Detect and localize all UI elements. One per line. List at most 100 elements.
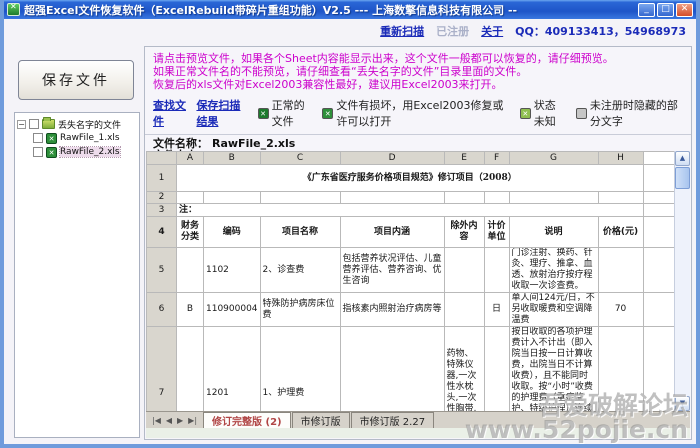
grid-cell: E bbox=[444, 152, 484, 165]
tree-file-item[interactable]: ✕RawFile_2.xls bbox=[17, 145, 137, 159]
tree-collapse-icon[interactable]: − bbox=[17, 120, 26, 129]
file-checkbox[interactable] bbox=[33, 133, 43, 143]
row-number: 2 bbox=[147, 192, 177, 204]
sheet-nav-icon[interactable]: |◀ bbox=[150, 416, 163, 425]
row-number: 6 bbox=[147, 293, 177, 327]
left-column: 保存文件 − 丢失名字的文件 ✕RawFile_1.xls✕RawFile_2.… bbox=[10, 46, 142, 440]
grid-cell: 70 bbox=[598, 293, 643, 327]
maximize-button[interactable]: □ bbox=[657, 3, 674, 17]
row-number: 4 bbox=[147, 217, 177, 248]
file-tree-panel[interactable]: − 丢失名字的文件 ✕RawFile_1.xls✕RawFile_2.xls bbox=[14, 112, 140, 438]
grid-cell bbox=[643, 152, 674, 165]
grid-cell bbox=[444, 293, 484, 327]
grid-cell bbox=[643, 327, 674, 412]
grid-cell bbox=[598, 192, 643, 204]
find-file-link[interactable]: 查找文件 bbox=[153, 97, 188, 129]
grid-cell: 2、诊查费 bbox=[260, 248, 340, 293]
grid-cell: A bbox=[177, 152, 204, 165]
grid-cell: 说明 bbox=[509, 217, 598, 248]
sheet-tab[interactable]: 市修订版 bbox=[292, 412, 350, 428]
scroll-down-icon[interactable]: ▼ bbox=[675, 396, 690, 411]
grid-cell: 1、护理费 bbox=[260, 327, 340, 412]
file-checkbox[interactable] bbox=[33, 147, 43, 157]
about-link[interactable]: 关于 bbox=[481, 23, 503, 39]
grid-wrap: ABCDEFGH1《广东省医疗服务价格项目规范》修订项目（2008）23注：4财… bbox=[146, 151, 674, 411]
sheet-nav-icon[interactable]: ▶ bbox=[175, 416, 185, 425]
grid-cell bbox=[598, 248, 643, 293]
save-scan-result-link[interactable]: 保存扫描结果 bbox=[196, 97, 249, 129]
grid-cell: 门诊注射、换药、针灸、理疗、推拿、血透、放射治疗按疗程收取一次诊查费。 bbox=[509, 248, 598, 293]
grid-cell bbox=[340, 192, 444, 204]
scrollbar-thumb[interactable] bbox=[675, 167, 690, 189]
status-strip bbox=[146, 428, 690, 438]
grid-cell bbox=[204, 192, 261, 204]
save-files-button[interactable]: 保存文件 bbox=[18, 60, 134, 100]
notice-text: 请点击预览文件，如果各个Sheet内容能显示出来，这个文件一般都可以恢复的，请仔… bbox=[145, 47, 691, 93]
grid-cell: 包括营养状况评估、儿童营养评估、营养咨询、优生咨询 bbox=[340, 248, 444, 293]
grid-cell: C bbox=[260, 152, 340, 165]
notice-line-2: 如果正常文件名的不能预览，请仔细查看“丢失名字的文件”目录里面的文件。 bbox=[153, 65, 683, 78]
grid-cell: 按日收取的各项护理费计入不计出（即入院当日按一日计算收费，出院当日不计算收费），… bbox=[509, 327, 598, 412]
grid-cell: 单人间124元/日，不另收取暖费和空调降温费 bbox=[509, 293, 598, 327]
excel-file-icon: ✕ bbox=[46, 133, 57, 144]
sheet-tab[interactable]: 市修订版 2.27 bbox=[351, 412, 434, 428]
sheet-tab[interactable]: 修订完整版 (2) bbox=[203, 412, 291, 428]
folder-icon bbox=[42, 119, 55, 129]
grid-cell: 1102 bbox=[204, 248, 261, 293]
grid-cell: 日 bbox=[484, 293, 509, 327]
grid-cell bbox=[643, 293, 674, 327]
notice-line-1: 请点击预览文件，如果各个Sheet内容能显示出来，这个文件一般都可以恢复的，请仔… bbox=[153, 52, 683, 65]
row-number: 1 bbox=[147, 165, 177, 192]
grid-cell: F bbox=[484, 152, 509, 165]
grid-cell bbox=[643, 192, 674, 204]
grid-cell bbox=[147, 152, 177, 165]
legend-item: 未注册时隐藏的部分文字 bbox=[576, 97, 683, 129]
grid-cell bbox=[444, 248, 484, 293]
tree-root-label[interactable]: 丢失名字的文件 bbox=[58, 118, 121, 131]
grid-cell: 项目内涵 bbox=[340, 217, 444, 248]
legend-item: ✕状态未知 bbox=[520, 97, 566, 129]
tree-file-item[interactable]: ✕RawFile_1.xls bbox=[17, 131, 137, 145]
scroll-up-icon[interactable]: ▲ bbox=[675, 151, 690, 166]
sheet-nav-icon[interactable]: ▶| bbox=[186, 416, 199, 425]
grid-cell bbox=[340, 327, 444, 412]
grid-cell: D bbox=[340, 152, 444, 165]
file-name-label[interactable]: RawFile_1.xls bbox=[60, 133, 120, 143]
legend-label: 状态未知 bbox=[534, 97, 566, 129]
vertical-scrollbar[interactable]: ▲ ▼ bbox=[674, 151, 690, 411]
grid-cell: 编码 bbox=[204, 217, 261, 248]
qq-contact: QQ：409133413，54968973 bbox=[515, 23, 686, 39]
grid-cell: 指核素内照射治疗病房等 bbox=[340, 293, 444, 327]
grid-cell: 财务分类 bbox=[177, 217, 204, 248]
grid-cell: H bbox=[598, 152, 643, 165]
main-area: 保存文件 − 丢失名字的文件 ✕RawFile_1.xls✕RawFile_2.… bbox=[8, 46, 692, 440]
grid-cell: 1201 bbox=[204, 327, 261, 412]
rescan-link[interactable]: 重新扫描 bbox=[380, 23, 424, 39]
root-checkbox[interactable] bbox=[29, 119, 39, 129]
grid-cell: B bbox=[177, 293, 204, 327]
title-bar: 超强Excel文件恢复软件（ExcelRebuild带碎片重组功能）V2.5 -… bbox=[4, 0, 696, 19]
preview-panel: 请点击预览文件，如果各个Sheet内容能显示出来，这个文件一般都可以恢复的，请仔… bbox=[144, 46, 692, 440]
app-window: 超强Excel文件恢复软件（ExcelRebuild带碎片重组功能）V2.5 -… bbox=[0, 0, 700, 448]
grid-cell: 110900004 bbox=[204, 293, 261, 327]
sheet-nav-icon[interactable]: ◀ bbox=[164, 416, 174, 425]
window-title: 超强Excel文件恢复软件（ExcelRebuild带碎片重组功能）V2.5 -… bbox=[24, 2, 636, 18]
spreadsheet-preview: ABCDEFGH1《广东省医疗服务价格项目规范》修订项目（2008）23注：4财… bbox=[146, 151, 690, 411]
grid-cell bbox=[643, 217, 674, 248]
legend-item: ✕文件有损坏，用Excel2003修复或许可以打开 bbox=[322, 97, 509, 129]
file-status-icon: ✕ bbox=[322, 108, 333, 119]
grid-cell: 项目名称 bbox=[260, 217, 340, 248]
file-name-label[interactable]: RawFile_2.xls bbox=[60, 147, 120, 157]
grid-cell: 药物、特殊仪器,一次性水枕头,一次性胸带,一次性腹带 bbox=[444, 327, 484, 412]
tree-root-row[interactable]: − 丢失名字的文件 bbox=[17, 117, 137, 131]
registered-label: 已注册 bbox=[436, 23, 469, 39]
sheet-tab-bar: |◀◀▶▶| 修订完整版 (2)市修订版市修订版 2.27 bbox=[146, 411, 690, 428]
grid-header-row: ABCDEFGH bbox=[147, 152, 675, 165]
grid-cell bbox=[509, 192, 598, 204]
minimize-button[interactable]: _ bbox=[638, 3, 655, 17]
legend-row: 查找文件 保存扫描结果 ✕正常的文件✕文件有损坏，用Excel2003修复或许可… bbox=[145, 93, 691, 135]
row-number: 3 bbox=[147, 204, 177, 217]
grid-cell: 特殊防护病房床位费 bbox=[260, 293, 340, 327]
grid-cell: B bbox=[204, 152, 261, 165]
close-button[interactable]: ✕ bbox=[676, 3, 693, 17]
